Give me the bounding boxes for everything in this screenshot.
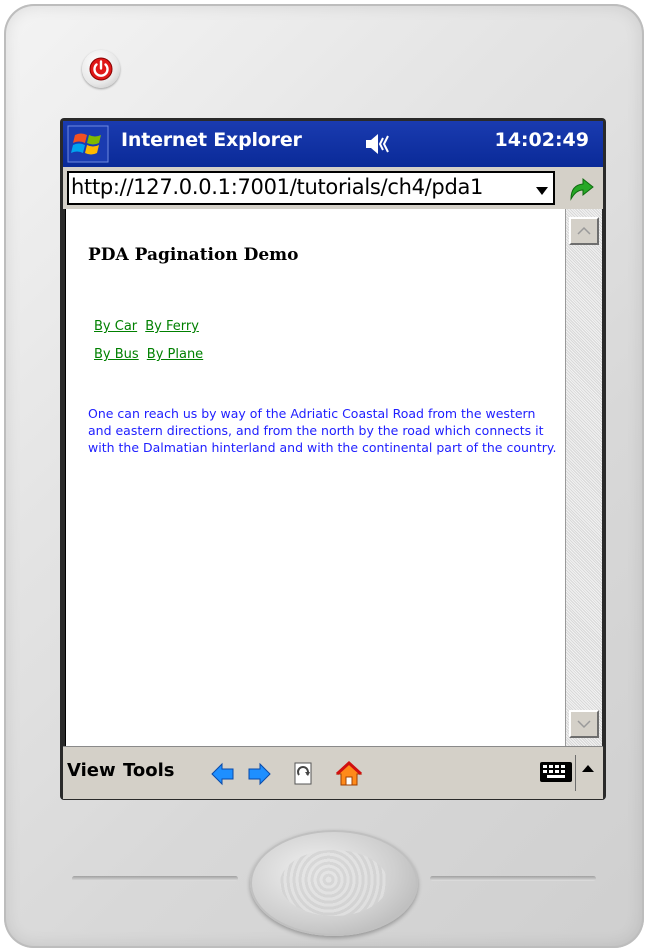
menu-view[interactable]: View [67, 760, 116, 781]
transport-links: By Car By Ferry By Bus By Plane [94, 315, 206, 371]
url-input[interactable]: http://127.0.0.1:7001/tutorials/ch4/pda1 [67, 171, 555, 205]
link-by-car[interactable]: By Car [94, 319, 137, 334]
power-icon[interactable] [82, 50, 120, 88]
home-icon[interactable] [335, 760, 363, 788]
link-by-bus[interactable]: By Bus [94, 347, 139, 362]
sip-divider [575, 755, 576, 791]
keyboard-icon[interactable] [539, 760, 573, 784]
scroll-down-button[interactable] [569, 710, 599, 738]
refresh-icon[interactable] [289, 760, 317, 788]
app-title: Internet Explorer [121, 129, 302, 151]
clock[interactable]: 14:02:49 [494, 129, 589, 151]
page-title: PDA Pagination Demo [88, 245, 299, 265]
windows-logo-icon[interactable] [67, 125, 109, 163]
speaker-grille-left [72, 876, 238, 881]
chevron-down-icon[interactable] [535, 182, 549, 195]
menu-tools[interactable]: Tools [123, 760, 175, 781]
navigation-pad[interactable] [250, 830, 418, 936]
scroll-up-button[interactable] [569, 217, 599, 245]
link-row: By Car By Ferry [94, 315, 206, 343]
link-by-ferry[interactable]: By Ferry [145, 319, 199, 334]
address-bar: http://127.0.0.1:7001/tutorials/ch4/pda1 [63, 167, 603, 209]
chevron-up-icon[interactable] [579, 759, 597, 779]
title-bar: Internet Explorer 14:02:49 [63, 121, 603, 167]
speaker-icon[interactable] [363, 131, 393, 157]
page-content: PDA Pagination Demo By Car By Ferry By B… [65, 209, 566, 746]
link-row: By Bus By Plane [94, 343, 206, 371]
speaker-grille-right [430, 876, 596, 881]
go-arrow-icon[interactable] [563, 171, 597, 205]
nav-pad-center[interactable] [280, 850, 388, 916]
forward-arrow-icon[interactable] [245, 760, 273, 788]
url-text: http://127.0.0.1:7001/tutorials/ch4/pda1 [71, 175, 484, 199]
link-by-plane[interactable]: By Plane [147, 347, 203, 362]
vertical-scrollbar[interactable] [565, 209, 602, 746]
bottom-toolbar: View Tools [63, 746, 603, 799]
body-paragraph: One can reach us by way of the Adriatic … [88, 406, 557, 455]
back-arrow-icon[interactable] [209, 760, 237, 788]
